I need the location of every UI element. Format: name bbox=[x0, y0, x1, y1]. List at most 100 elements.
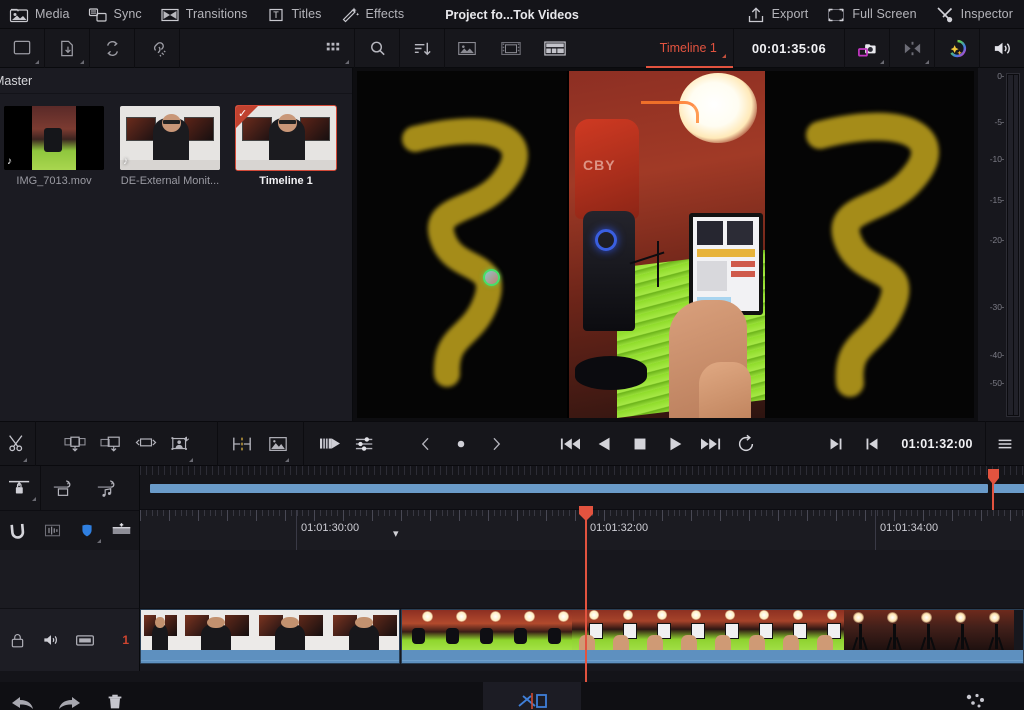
checkmark-icon: ✓ bbox=[238, 107, 247, 120]
inspector-button[interactable]: Inspector bbox=[926, 0, 1022, 29]
topbar-item-media[interactable]: Media bbox=[0, 0, 79, 29]
sort-button[interactable] bbox=[400, 29, 444, 68]
minimap-clip-bar[interactable] bbox=[150, 484, 988, 493]
clip-thumbnail[interactable]: ✓ bbox=[236, 106, 336, 170]
timeline-tool-row-2 bbox=[0, 510, 140, 550]
mixer-sliders-icon bbox=[353, 434, 377, 454]
replace-clip-button[interactable] bbox=[128, 421, 163, 466]
speaker-icon bbox=[41, 630, 61, 650]
undo-button[interactable] bbox=[0, 682, 46, 710]
prev-keyframe-button[interactable] bbox=[408, 421, 443, 466]
smart-insert-button[interactable] bbox=[312, 421, 347, 466]
clip-thumbnail[interactable]: ♪ bbox=[120, 106, 220, 170]
page-color[interactable] bbox=[926, 682, 1024, 710]
thumbnail-art bbox=[120, 106, 220, 170]
new-bin-button[interactable] bbox=[0, 29, 44, 68]
stop-button[interactable] bbox=[623, 421, 658, 466]
viewer-panel[interactable]: CBY bbox=[353, 68, 978, 421]
thumbnail-view-button[interactable] bbox=[310, 29, 354, 68]
mark-out-button[interactable] bbox=[819, 421, 854, 466]
timeline-clip-webcam[interactable] bbox=[140, 609, 400, 664]
clip-name-label: IMG_7013.mov bbox=[4, 175, 104, 187]
meter-bar-left bbox=[1008, 75, 1013, 415]
stabilize-button[interactable] bbox=[890, 29, 934, 68]
add-keyframe-button[interactable] bbox=[443, 421, 478, 466]
transitions-icon bbox=[160, 5, 179, 24]
topbar-item-sync[interactable]: Sync bbox=[79, 0, 151, 29]
snapshot-frame-icon bbox=[266, 434, 290, 454]
topbar-item-effects[interactable]: Effects bbox=[331, 0, 414, 29]
marker-color-button[interactable] bbox=[70, 511, 105, 551]
snapshot-frame-button[interactable] bbox=[260, 421, 295, 466]
audio-waveform-button[interactable] bbox=[35, 511, 70, 551]
dual-viewer-button[interactable] bbox=[489, 29, 533, 68]
audio-volume-button[interactable] bbox=[980, 29, 1024, 68]
media-pool-item[interactable]: ♪ DE-External Monit... bbox=[120, 106, 220, 187]
lock-trim-button[interactable] bbox=[0, 466, 40, 510]
track-video-button[interactable] bbox=[68, 609, 102, 671]
undo-arrow-icon bbox=[10, 694, 36, 710]
loop-button[interactable] bbox=[728, 421, 763, 466]
split-clip-button[interactable] bbox=[225, 421, 260, 466]
minimap-clip-bar[interactable] bbox=[992, 484, 1024, 493]
chevron-down-icon[interactable]: ▾ bbox=[393, 527, 399, 540]
clip-thumbnail[interactable]: ♪ bbox=[4, 106, 104, 170]
project-timecode: 00:01:35:06 bbox=[734, 29, 844, 68]
track-audio-button[interactable] bbox=[34, 609, 68, 671]
play-reverse-button[interactable] bbox=[587, 421, 622, 466]
unlink-clips-button[interactable] bbox=[135, 29, 179, 68]
import-media-button[interactable] bbox=[45, 29, 89, 68]
timeline-video-track-1[interactable] bbox=[140, 609, 1024, 671]
mark-in-button[interactable] bbox=[854, 421, 889, 466]
media-pool-bin-header[interactable]: Master bbox=[0, 68, 352, 94]
jump-to-start-button[interactable] bbox=[552, 421, 587, 466]
link-video-button[interactable] bbox=[41, 466, 85, 510]
topbar-item-titles[interactable]: T Titles bbox=[257, 0, 331, 29]
timeline-clip-desk[interactable] bbox=[401, 609, 1024, 664]
cut-scissors-button[interactable] bbox=[0, 421, 35, 466]
place-on-top-button[interactable] bbox=[164, 421, 199, 466]
magnet-snapping-button[interactable] bbox=[0, 511, 35, 551]
split-clip-icon bbox=[230, 434, 254, 454]
clip-name-label: Timeline 1 bbox=[236, 175, 336, 187]
color-boost-button[interactable] bbox=[935, 29, 979, 68]
playhead-handle[interactable] bbox=[579, 506, 593, 521]
trash-icon bbox=[105, 694, 125, 710]
timeline-name-selector[interactable]: Timeline 1 bbox=[646, 29, 733, 68]
export-button[interactable]: Export bbox=[737, 0, 818, 29]
search-icon bbox=[367, 38, 388, 59]
overwrite-clip-button[interactable] bbox=[93, 421, 128, 466]
timeline-empty-upper-track[interactable] bbox=[140, 550, 1024, 609]
hamburger-menu-icon bbox=[995, 434, 1015, 454]
delete-button[interactable] bbox=[92, 682, 138, 710]
timeline-viewer-button[interactable] bbox=[533, 29, 577, 68]
play-forward-button[interactable] bbox=[658, 421, 693, 466]
timeline-minimap[interactable] bbox=[140, 466, 1024, 510]
track-lock-button[interactable] bbox=[0, 609, 34, 671]
bin-name-label: Master bbox=[0, 74, 32, 88]
jump-to-end-button[interactable] bbox=[693, 421, 728, 466]
color-page-icon bbox=[961, 692, 989, 710]
link-audio-button[interactable] bbox=[85, 466, 129, 510]
media-pool-item[interactable]: ♪ IMG_7013.mov bbox=[4, 106, 104, 187]
single-viewer-button[interactable] bbox=[445, 29, 489, 68]
transform-handle-dot[interactable] bbox=[483, 269, 500, 286]
topbar-item-transitions[interactable]: Transitions bbox=[151, 0, 257, 29]
audio-mixer-button[interactable] bbox=[348, 421, 383, 466]
options-menu-button[interactable] bbox=[986, 421, 1024, 466]
toolbar-divider bbox=[303, 421, 304, 466]
redo-button[interactable] bbox=[46, 682, 92, 710]
add-transition-button[interactable] bbox=[104, 511, 139, 551]
insert-clip-button[interactable] bbox=[58, 421, 93, 466]
sync-clips-button[interactable] bbox=[90, 29, 134, 68]
next-keyframe-button[interactable] bbox=[478, 421, 513, 466]
search-button[interactable] bbox=[355, 29, 399, 68]
video-canvas[interactable]: CBY bbox=[357, 71, 974, 418]
dropdown-corner-icon bbox=[80, 60, 84, 64]
page-cut[interactable] bbox=[483, 682, 581, 710]
media-pool-item-selected[interactable]: ✓ Timeline 1 bbox=[236, 106, 336, 187]
snapshot-button[interactable] bbox=[845, 29, 889, 68]
topbar-right-group: Export Full Screen Inspector bbox=[737, 0, 1024, 29]
place-on-top-icon bbox=[169, 434, 193, 454]
full-screen-button[interactable]: Full Screen bbox=[817, 0, 925, 29]
